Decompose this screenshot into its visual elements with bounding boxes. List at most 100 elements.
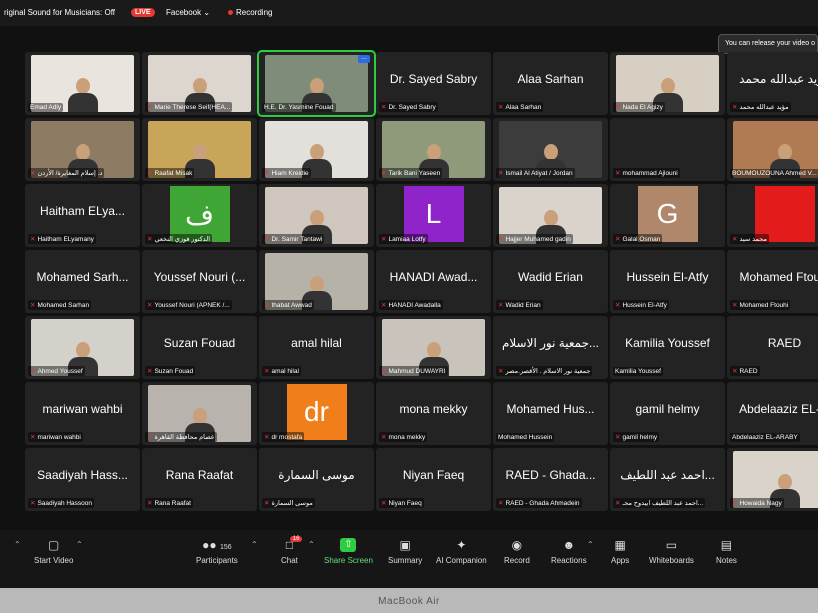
participant-tile[interactable]: Kamilia Youssef Kamilia Youssef (610, 316, 725, 379)
participant-tile[interactable]: mona mekky ✕ mona mekky (376, 382, 491, 445)
ai-companion-label: AI Companion (436, 556, 487, 565)
participant-tile[interactable]: ✕ Tarik Bani Yaseen (376, 118, 491, 181)
participant-tile[interactable]: Mohamed Hus... Mohamed Hussein (493, 382, 608, 445)
participant-tile[interactable]: Suzan Fouad ✕ Suzan Fouad (142, 316, 257, 379)
participant-tile[interactable]: amal hilal ✕ amal hilal (259, 316, 374, 379)
participant-tile[interactable]: … H.E. Dr. Yasmine Fouad (257, 50, 376, 117)
live-badge[interactable]: LIVE (131, 8, 155, 17)
participant-tile[interactable]: ✕ Hajjer Muhamed gadin (493, 184, 608, 247)
participant-tile[interactable]: موسى السمارة ✕ موسى السمارة (259, 448, 374, 511)
participant-name-display: Youssef Nouri (... (153, 270, 246, 284)
participant-tile[interactable]: جمعية نور الاسلام... ✕ جمعية نور الاسلام .… (493, 316, 608, 379)
chat-button[interactable]: 16 □ Chat (281, 536, 303, 565)
mic-muted-icon: ✕ (30, 434, 36, 441)
participant-tile[interactable]: Abdelaaziz EL-... Abdelaaziz EL-ARABY (727, 382, 818, 445)
participant-tile[interactable]: ✕ Raafat Misak (142, 118, 257, 181)
mic-muted-icon: ✕ (732, 368, 738, 375)
participant-name-caption: ✕ جمعية نور الاسلام . الأقصر.مصر (496, 366, 593, 376)
participant-name-label: موسى السمارة (271, 500, 313, 507)
mic-muted-icon: ✕ (381, 104, 387, 111)
participant-tile[interactable]: Rana Raafat ✕ Rana Raafat (142, 448, 257, 511)
laptop-bezel-label: MacBook Air (378, 596, 440, 607)
participant-tile[interactable]: HANADI Awad... ✕ HANADI Awadalla (376, 250, 491, 313)
participant-tile[interactable]: L ✕ Lamiaa Lotfy (376, 184, 491, 247)
participant-name-label: مؤيد عبدالله محمد (739, 104, 789, 111)
participant-tile[interactable]: Dr. Sayed Sabry ✕ Dr. Sayed Sabry (376, 52, 491, 115)
apps-button[interactable]: ▦ Apps (611, 538, 629, 565)
ai-companion-button[interactable]: ✦ AI Companion (436, 538, 487, 565)
participant-name-label: Mohamed Ftouhi (739, 302, 789, 309)
mic-muted-icon: ✕ (615, 236, 621, 243)
original-sound-status[interactable]: riginal Sound for Musicians: Off (4, 8, 115, 17)
participant-name-label: Ahmed Youssef (37, 368, 83, 375)
whiteboards-button[interactable]: ▭ Whiteboards (649, 538, 694, 565)
participant-tile[interactable]: ✕ Howaida Nagy (727, 448, 818, 511)
participant-name-caption: ✕ RAED (730, 366, 760, 376)
more-options-icon[interactable]: … (358, 55, 370, 63)
participant-tile[interactable]: dr ✕ dr mostafa (259, 382, 374, 445)
notes-button[interactable]: ▤ Notes (716, 538, 737, 565)
facebook-stream-label[interactable]: Facebook ⌄ (166, 8, 210, 17)
participant-tile[interactable]: ف ✕ الدكتور فوزي النخعي (142, 184, 257, 247)
participant-tile[interactable]: Mohamed Ftouhi✕Mohamed Ftouhi (727, 250, 818, 313)
participant-name-label: Hajjer Muhamed gadin (505, 236, 571, 243)
participants-button[interactable]: ●● 156 Participants (196, 538, 238, 565)
participant-tile[interactable]: Youssef Nouri (... ✕ Youssef Nouri (APNEK … (142, 250, 257, 313)
participant-tile[interactable]: ✕ عصام محافظة القاهرة (142, 382, 257, 445)
audio-options-caret[interactable]: ⌃ (14, 540, 21, 549)
participant-tile[interactable]: G ✕ Galal Osman (610, 184, 725, 247)
chat-label: Chat (281, 556, 298, 565)
reactions-button[interactable]: ☻ Reactions (551, 538, 587, 565)
summary-button[interactable]: ▣ Summary (388, 538, 422, 565)
participant-tile[interactable]: ✕ Dr. Samir Tantawi (259, 184, 374, 247)
participant-name-caption: ✕ مؤيد عبدالله محمد (730, 102, 791, 112)
participant-tile[interactable]: ✕ محمد سيد (727, 184, 818, 247)
start-video-button[interactable]: ▢ Start Video (34, 538, 73, 565)
reactions-options-caret[interactable]: ⌃ (587, 540, 594, 549)
participant-tile[interactable]: ✕ Marie Therese Seif(HEA... (142, 52, 257, 115)
participant-tile[interactable]: mariwan wahbi ✕ mariwan wahbi (25, 382, 140, 445)
participant-tile[interactable]: ✕ Mahmud DUWAYRI (376, 316, 491, 379)
participant-tile[interactable]: احمد عبد اللطيف... ✕ احمد عبد اللطيف ابيدو… (610, 448, 725, 511)
participant-tile[interactable]: ✕ Hiam Kreidie (259, 118, 374, 181)
participant-tile[interactable]: Alaa Sarhan ✕ Alaa Sarhan (493, 52, 608, 115)
recording-indicator: Recording (228, 8, 272, 17)
participant-tile[interactable]: BOUMOUZOUNA Ahmed V... (727, 118, 818, 181)
participant-tile[interactable]: Hussein El-Atfy ✕ Hussein El-Atfy (610, 250, 725, 313)
participant-tile[interactable]: Saadiyah Hass... ✕ Saadiyah Hassoon (25, 448, 140, 511)
participant-tile[interactable]: ✕ Ismail Al Atiyat / Jordan (493, 118, 608, 181)
participant-tile[interactable]: Wadid Erian ✕ Wadid Erian (493, 250, 608, 313)
participant-name-caption: ✕ Saadiyah Hassoon (28, 498, 95, 508)
participant-tile[interactable]: ✕ thabat Awwad (259, 250, 374, 313)
chat-options-caret[interactable]: ⌃ (308, 540, 315, 549)
participant-tile[interactable]: مؤيد عبدالله محمد✕مؤيد عبدالله محمد (727, 52, 818, 115)
participant-tile[interactable]: ✕ Nada El Agizy (610, 52, 725, 115)
participant-name-label: Galal Osman (622, 236, 661, 243)
release-video-toast[interactable]: You can release your video o (718, 34, 818, 54)
participant-tile[interactable]: Haitham ELya... ✕ Haitham ELyamany (25, 184, 140, 247)
participant-name-label: Marie Therese Seif(HEA... (154, 104, 231, 111)
participant-tile[interactable]: Niyan Faeq ✕ Niyan Faeq (376, 448, 491, 511)
mic-muted-icon: ✕ (264, 170, 270, 177)
participant-tile[interactable]: Mohamed Sarh... ✕ Mohamed Sarhan (25, 250, 140, 313)
participant-tile[interactable]: ✕ mohammad Ajlouni (610, 118, 725, 181)
share-screen-button[interactable]: ⇧ Share Screen (324, 538, 373, 565)
participant-tile[interactable]: ✕ Ahmed Youssef (25, 316, 140, 379)
participant-tile[interactable]: Emad Adly (25, 52, 140, 115)
participant-name-caption: BOUMOUZOUNA Ahmed V... (730, 169, 818, 178)
mic-muted-icon: ✕ (498, 104, 504, 111)
participant-tile[interactable]: RAED - Ghada... ✕ RAED - Ghada Ahmadein (493, 448, 608, 511)
participant-name-display: Rana Raafat (165, 468, 234, 482)
participant-tile[interactable]: gamil helmy ✕ gamil helmy (610, 382, 725, 445)
participant-name-caption: ✕ mohammad Ajlouni (613, 168, 680, 178)
participants-options-caret[interactable]: ⌃ (251, 540, 258, 549)
participant-name-display: Niyan Faeq (402, 468, 465, 482)
participant-tile[interactable]: ✕ د. إسلام المغايرة/ الأردن (25, 118, 140, 181)
video-options-caret[interactable]: ⌃ (76, 540, 83, 549)
participant-name-caption: Abdelaaziz EL-ARABY (730, 433, 800, 442)
mic-muted-icon: ✕ (381, 434, 387, 441)
participant-name-label: Hussein El-Atfy (622, 302, 667, 309)
record-button[interactable]: ◉ Record (504, 538, 530, 565)
mic-muted-icon: ✕ (147, 302, 153, 309)
participant-tile[interactable]: RAED ✕ RAED (727, 316, 818, 379)
